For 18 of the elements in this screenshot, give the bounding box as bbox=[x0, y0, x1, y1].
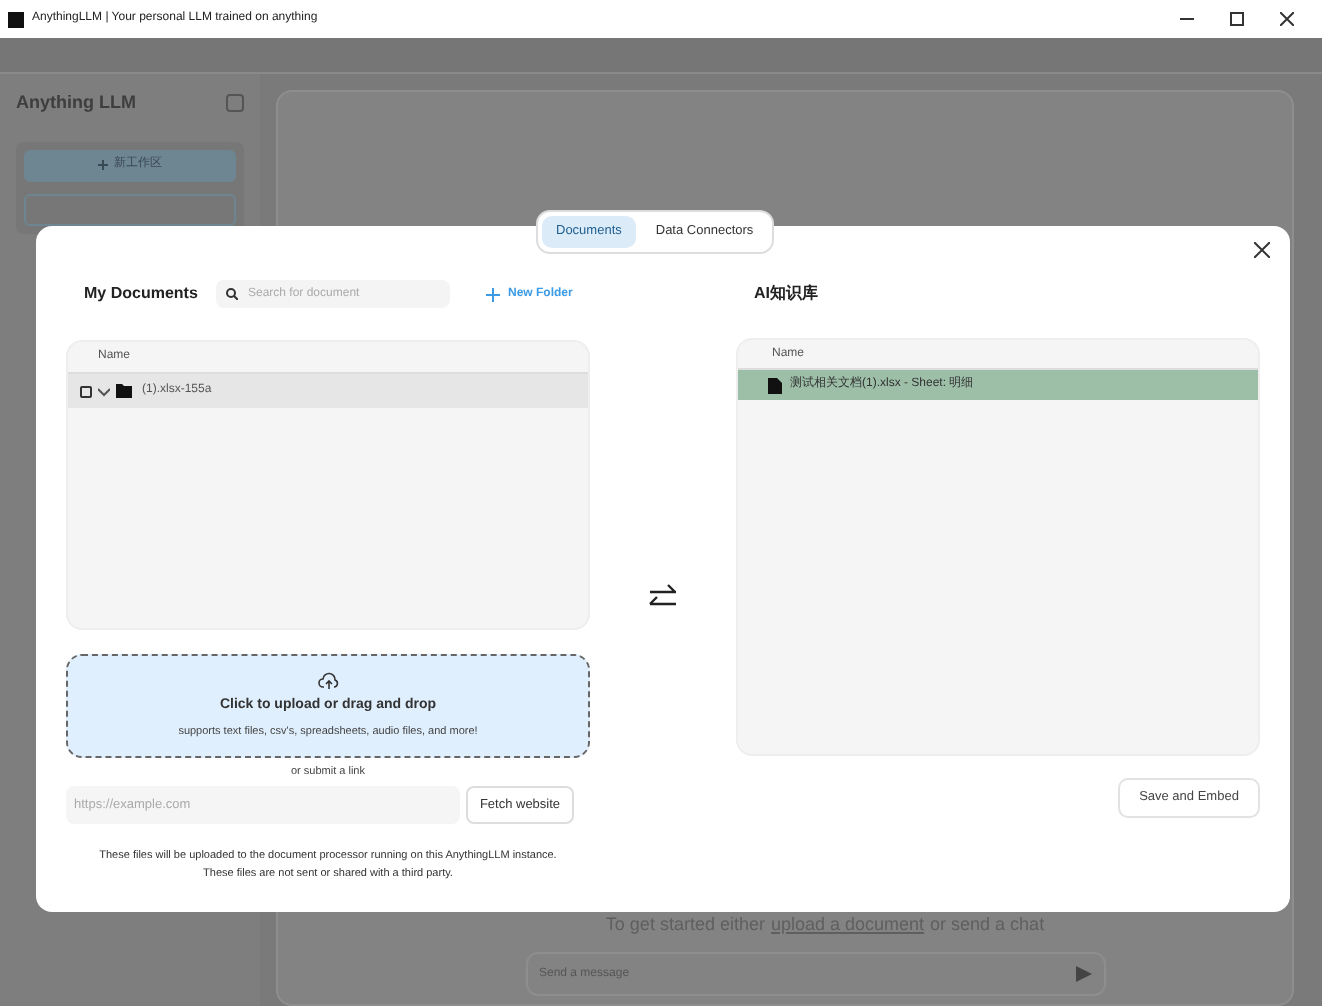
search-icon bbox=[226, 288, 238, 300]
cloud-upload-icon bbox=[317, 672, 339, 691]
send-icon[interactable] bbox=[1075, 966, 1091, 982]
app-logo-icon bbox=[8, 11, 24, 27]
close-icon[interactable] bbox=[1254, 242, 1270, 258]
close-icon[interactable] bbox=[1280, 12, 1294, 26]
file-icon bbox=[768, 377, 782, 393]
folder-icon bbox=[116, 384, 132, 398]
sidebar-toggle-icon[interactable] bbox=[226, 94, 244, 113]
plus-icon bbox=[486, 287, 500, 301]
checkbox[interactable] bbox=[80, 385, 92, 397]
workspace-title: AI知识库 bbox=[754, 282, 820, 306]
minimize-icon[interactable] bbox=[1180, 12, 1194, 26]
plus-icon bbox=[98, 160, 108, 170]
chevron-icon[interactable] bbox=[98, 385, 110, 397]
maximize-icon[interactable] bbox=[1230, 12, 1244, 26]
app-name: Anything LLM bbox=[16, 90, 136, 116]
my-documents-title: My Documents bbox=[84, 282, 200, 306]
